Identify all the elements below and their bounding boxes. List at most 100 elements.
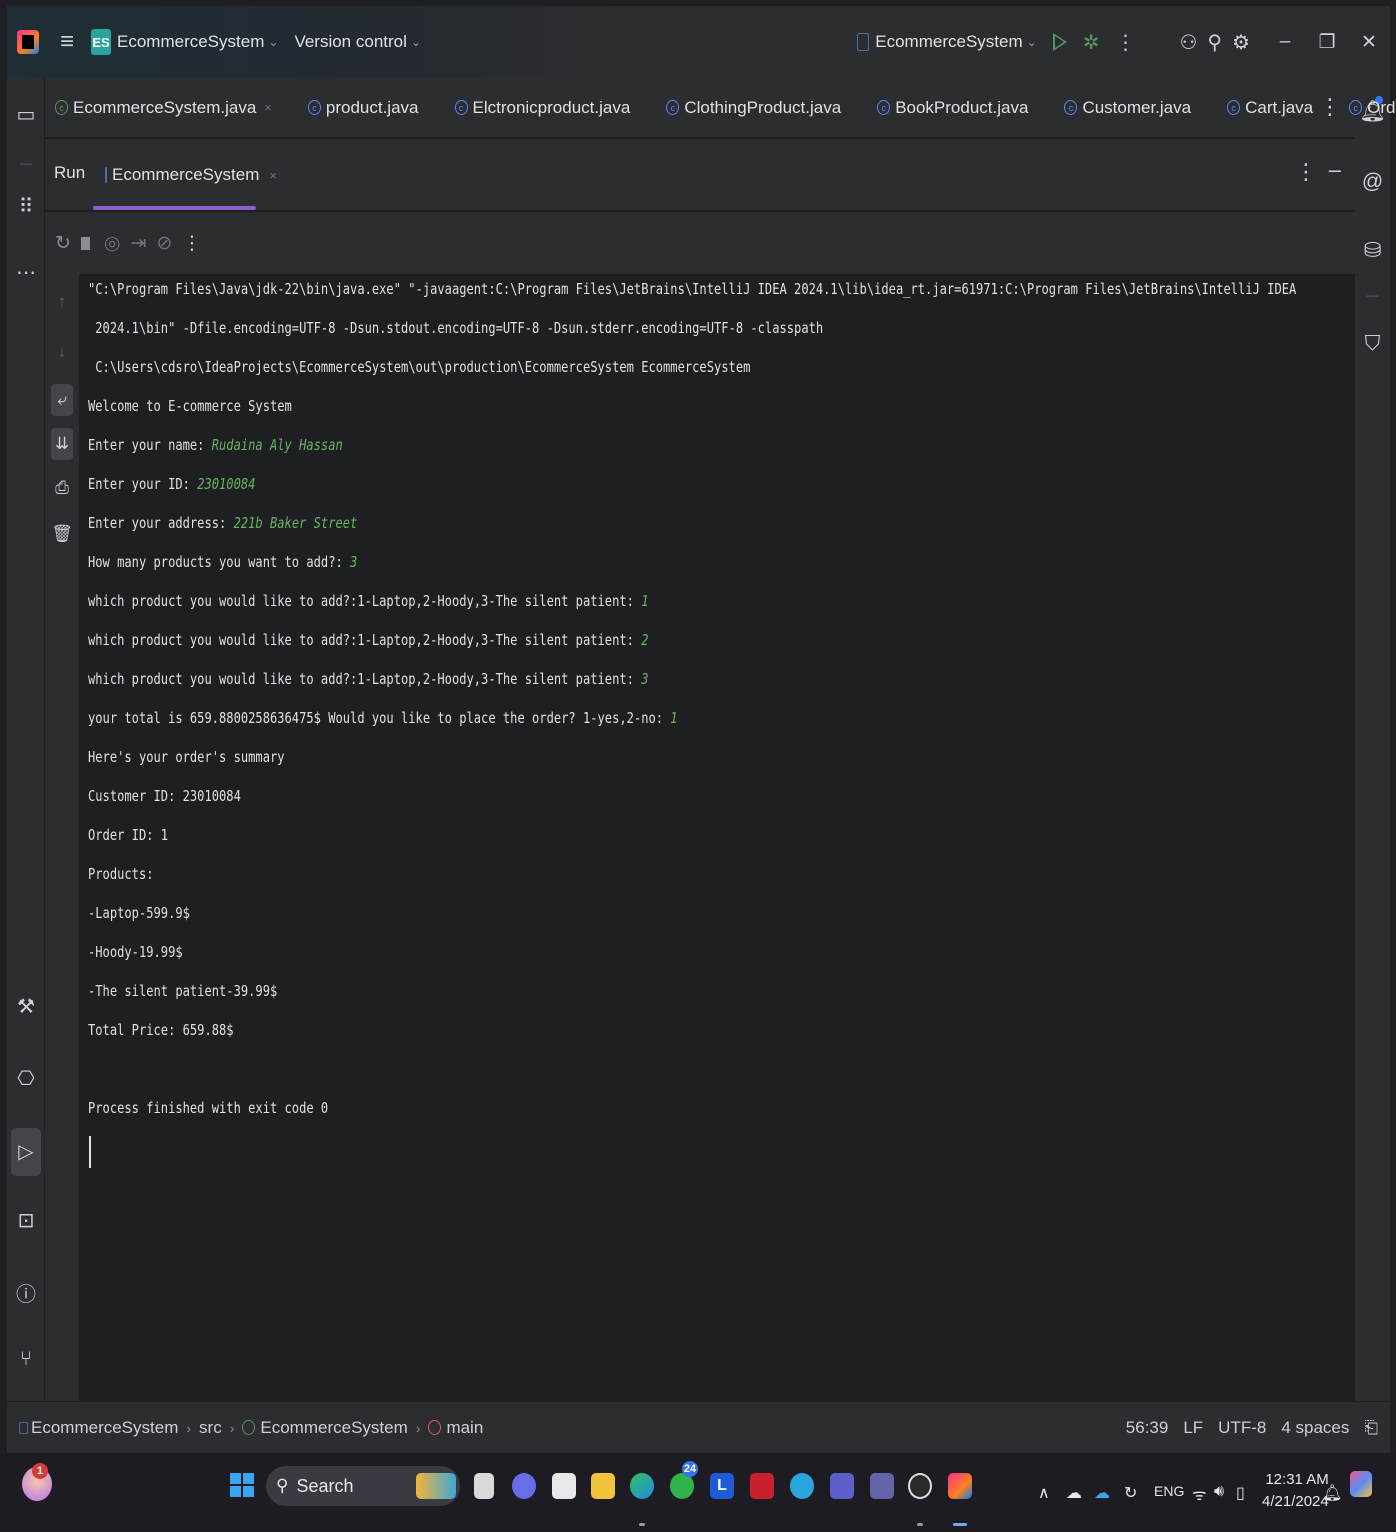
stop-icon[interactable] xyxy=(80,236,90,250)
close-run-tab-icon[interactable]: × xyxy=(269,168,277,183)
caret-position[interactable]: 56:39 xyxy=(1126,1418,1169,1438)
intellij-logo-icon[interactable] xyxy=(17,30,39,54)
breadcrumb-module[interactable]: EcommerceSystem xyxy=(31,1418,178,1438)
file-explorer-icon[interactable] xyxy=(591,1473,615,1499)
breadcrumb-class[interactable]: EcommerceSystem xyxy=(260,1418,407,1438)
lens-app-icon[interactable]: L xyxy=(710,1473,734,1499)
breadcrumb-src[interactable]: src xyxy=(199,1418,222,1438)
console-line: which product you would like to add?:1-L… xyxy=(88,670,649,688)
console-line: Products: xyxy=(88,865,154,883)
notification-bell-icon[interactable]: 🔔︎ xyxy=(1322,1483,1342,1503)
tab-customer-java[interactable]: c Customer.java xyxy=(1064,98,1191,118)
show-hidden-icons-icon[interactable]: ∧ xyxy=(1038,1483,1050,1503)
tab-bookproduct-java[interactable]: c BookProduct.java xyxy=(877,98,1028,118)
intellij-taskbar-icon[interactable] xyxy=(948,1473,972,1499)
scroll-to-end-icon[interactable]: ⇊ xyxy=(51,428,73,460)
database-icon[interactable]: ⛁ xyxy=(1355,238,1390,263)
arrow-up-icon[interactable]: ↑ xyxy=(45,292,79,312)
task-view-icon[interactable] xyxy=(474,1473,494,1499)
terminal-icon[interactable]: ⊡ xyxy=(7,1208,45,1233)
volume-icon[interactable]: 🔊︎ xyxy=(1214,1483,1224,1501)
run-panel-title: Run xyxy=(54,163,86,182)
chevron-down-icon[interactable]: ⌄ xyxy=(411,35,421,49)
git-branch-icon[interactable]: ⑂ xyxy=(7,1348,45,1371)
rerun-icon[interactable]: ↻ xyxy=(55,232,71,255)
copilot-icon[interactable] xyxy=(1350,1471,1372,1497)
more-run-actions-icon[interactable]: ⋮ xyxy=(182,232,201,255)
teams-new-icon[interactable] xyxy=(870,1473,894,1499)
exit-icon[interactable]: ⇥ xyxy=(131,232,147,255)
print-icon[interactable]: ⎙ xyxy=(45,478,79,498)
close-tab-icon[interactable]: × xyxy=(264,100,272,115)
shield-check-icon[interactable]: ⛉ xyxy=(1355,332,1390,356)
attach-icon[interactable]: ⊘ xyxy=(156,232,172,255)
teams-icon[interactable] xyxy=(830,1473,854,1499)
media-player-icon[interactable] xyxy=(908,1473,932,1499)
tab-product-java[interactable]: c product.java xyxy=(307,98,419,118)
run-options-icon[interactable]: ⋮ xyxy=(1295,159,1317,185)
search-highlight-icon[interactable] xyxy=(416,1473,456,1499)
code-with-me-icon[interactable]: ⚇ xyxy=(1179,30,1197,55)
battery-icon[interactable]: ▯ xyxy=(1236,1483,1245,1503)
run-toolbar: ↻ ◎ ⇥ ⊘ ⋮ xyxy=(45,212,1355,274)
edge-browser-icon[interactable] xyxy=(630,1473,654,1499)
lock-icon[interactable]: ⎗ xyxy=(1364,1418,1378,1438)
problems-icon[interactable]: ⓘ xyxy=(7,1278,45,1307)
close-window-icon[interactable]: ✕ xyxy=(1348,31,1390,54)
project-badge[interactable]: ES xyxy=(91,29,111,55)
run-tool-icon[interactable]: ▷ xyxy=(11,1128,41,1176)
cloud-icon[interactable]: ☁ xyxy=(1066,1483,1082,1503)
project-name[interactable]: EcommerceSystem xyxy=(117,32,264,52)
version-control-menu[interactable]: Version control xyxy=(294,32,406,52)
hide-panel-icon[interactable]: – xyxy=(1329,157,1341,183)
structure-tool-icon[interactable]: ⠿ xyxy=(7,194,45,219)
console-line: Process finished with exit code 0 xyxy=(88,1099,329,1117)
refresh-sync-icon[interactable]: ↻ xyxy=(1124,1483,1137,1503)
windows-taskbar: 1 ⚲ Search 24 L ∧ ☁ ☁ ↻ ENG ᯤ 🔊︎ ▯ 12:31… xyxy=(0,1453,1396,1532)
line-separator[interactable]: LF xyxy=(1183,1418,1203,1438)
console-line: "C:\Program Files\Java\jdk-22\bin\java.e… xyxy=(88,280,1297,298)
minimize-window-icon[interactable]: – xyxy=(1264,31,1306,53)
soft-wrap-icon[interactable]: ⤶ xyxy=(51,384,73,416)
build-hammer-icon[interactable]: ⚒ xyxy=(7,994,45,1019)
tab-elctronicproduct-java[interactable]: c Elctronicproduct.java xyxy=(454,98,630,118)
chevron-down-icon[interactable]: ⌄ xyxy=(1027,35,1037,49)
project-tool-icon[interactable]: ▭ xyxy=(7,102,45,127)
calculator-icon[interactable] xyxy=(552,1473,576,1499)
more-actions-icon[interactable]: ⋮ xyxy=(1115,30,1135,55)
restore-window-icon[interactable]: ❐ xyxy=(1306,31,1348,54)
run-tab-ecommercesystem[interactable]: EcommerceSystem × xyxy=(93,139,277,211)
ai-assistant-icon[interactable]: @ xyxy=(1355,170,1390,194)
console-line: Customer ID: 23010084 xyxy=(88,787,241,805)
breadcrumb-method[interactable]: main xyxy=(446,1418,483,1438)
file-encoding[interactable]: UTF-8 xyxy=(1218,1418,1266,1438)
more-tools-icon[interactable]: ⋯ xyxy=(7,260,45,285)
services-icon[interactable]: ⎔ xyxy=(7,1066,45,1091)
run-icon[interactable] xyxy=(1052,33,1067,51)
onedrive-icon[interactable]: ☁ xyxy=(1094,1483,1110,1503)
class-icon: c xyxy=(307,100,321,115)
tab-ecommercesystem-java[interactable]: c EcommerceSystem.java × xyxy=(55,98,272,118)
mcafee-icon[interactable] xyxy=(750,1473,774,1499)
debug-icon[interactable]: ✲ xyxy=(1083,30,1100,55)
tab-order-java[interactable]: c Order.java xyxy=(1349,98,1396,118)
wifi-icon[interactable]: ᯤ xyxy=(1192,1483,1207,1505)
indent-setting[interactable]: 4 spaces xyxy=(1281,1418,1349,1438)
language-indicator[interactable]: ENG xyxy=(1154,1483,1184,1499)
settings-gear-icon[interactable]: ⚙ xyxy=(1232,30,1250,55)
start-windows-icon[interactable] xyxy=(230,1473,254,1497)
telegram-icon[interactable] xyxy=(790,1473,814,1499)
main-menu-icon[interactable]: ≡ xyxy=(57,28,77,56)
console-output[interactable]: "C:\Program Files\Java\jdk-22\bin\java.e… xyxy=(79,274,1355,1401)
chevron-down-icon[interactable]: ⌄ xyxy=(268,35,278,49)
tab-cart-java[interactable]: c Cart.java xyxy=(1227,98,1313,118)
teams-chat-icon[interactable] xyxy=(512,1473,536,1499)
camera-snapshot-icon[interactable]: ◎ xyxy=(104,232,121,255)
run-configuration-selector[interactable]: EcommerceSystem xyxy=(875,32,1022,52)
search-everywhere-icon[interactable]: ⚲ xyxy=(1207,30,1222,55)
arrow-down-icon[interactable]: ↓ xyxy=(45,342,79,362)
tabs-more-icon[interactable]: ⋮ xyxy=(1319,94,1341,120)
system-clock[interactable]: 12:31 AM 4/21/2024 xyxy=(1262,1469,1329,1513)
tab-clothingproduct-java[interactable]: c ClothingProduct.java xyxy=(666,98,841,118)
trash-icon[interactable]: 🗑︎ xyxy=(45,524,79,544)
